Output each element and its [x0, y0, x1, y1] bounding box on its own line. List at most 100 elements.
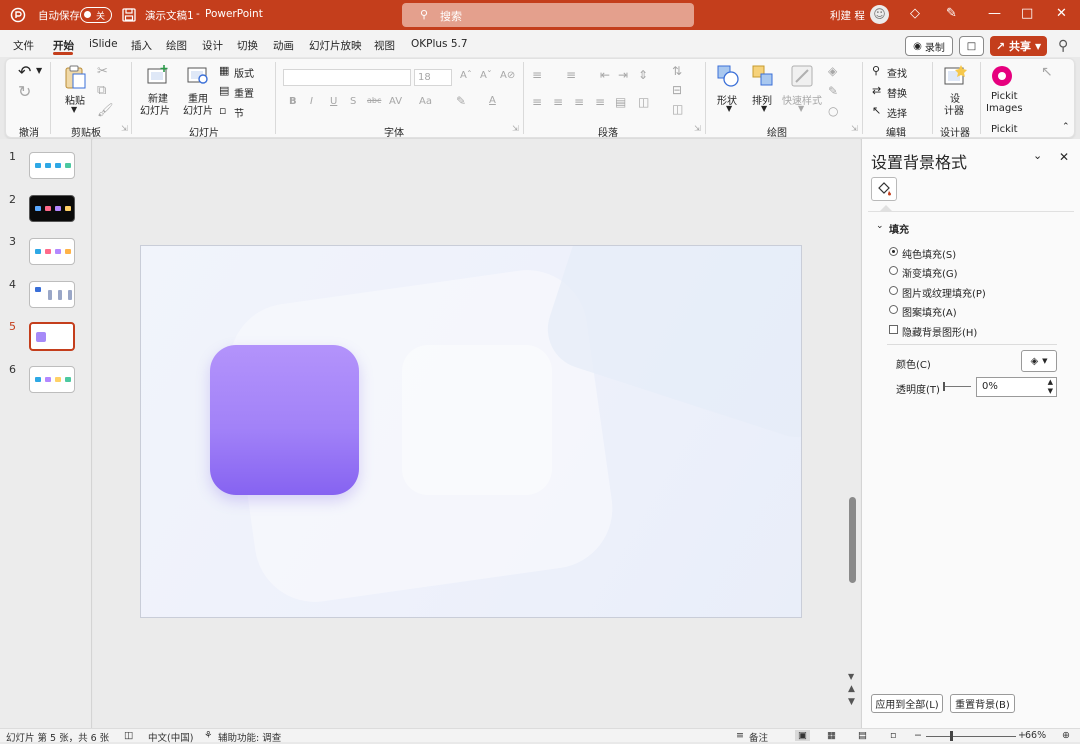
- bold-button[interactable]: B: [289, 96, 297, 107]
- zoom-level[interactable]: 66%: [1025, 730, 1046, 741]
- previous-slide-icon[interactable]: ▲: [848, 684, 855, 694]
- slide-thumbnail-1[interactable]: [29, 152, 75, 179]
- diamond-icon[interactable]: ◇: [910, 6, 920, 21]
- distributed-icon[interactable]: ▤: [615, 95, 626, 109]
- find-icon[interactable]: ⚲: [872, 64, 880, 77]
- fill-section-label[interactable]: 填充: [889, 221, 909, 236]
- reuse-slides-label-2[interactable]: 幻灯片: [183, 102, 213, 117]
- person-icon[interactable]: ⚲: [1058, 38, 1068, 54]
- slideshow-icon[interactable]: ▫: [890, 730, 896, 741]
- arrange-icon[interactable]: [751, 64, 775, 88]
- redo-icon[interactable]: ↻: [18, 82, 31, 101]
- smartart-icon[interactable]: ◫: [672, 102, 683, 116]
- zoom-slider[interactable]: [926, 736, 1016, 737]
- section-icon[interactable]: ▫: [219, 104, 226, 117]
- solid-fill-radio[interactable]: [889, 247, 898, 256]
- picture-fill-radio[interactable]: [889, 286, 898, 295]
- translucent-rounded-square[interactable]: [402, 345, 552, 495]
- drawing-launcher-icon[interactable]: ⇲: [851, 124, 858, 133]
- copy-icon[interactable]: ⧉: [97, 83, 106, 98]
- highlight-icon[interactable]: ✎: [456, 94, 466, 108]
- shape-fill-icon[interactable]: ◈: [828, 64, 837, 78]
- slide-thumbnail-4[interactable]: [29, 281, 75, 308]
- fill-bucket-icon[interactable]: [871, 177, 897, 201]
- reuse-slides-icon[interactable]: [186, 64, 210, 86]
- shapes-icon[interactable]: [716, 64, 740, 88]
- close-icon[interactable]: ✕: [1056, 6, 1067, 21]
- reading-view-icon[interactable]: ▤: [858, 730, 867, 741]
- search-box[interactable]: ⚲ 搜索: [402, 3, 694, 27]
- comments-button[interactable]: □: [959, 36, 984, 56]
- paste-dropdown-icon[interactable]: ▼: [71, 105, 77, 114]
- color-picker-button[interactable]: ◈ ▼: [1021, 350, 1057, 372]
- normal-view-icon[interactable]: ▣: [795, 730, 810, 741]
- pane-options-chevron-icon[interactable]: ⌄: [1033, 149, 1042, 162]
- reset-icon[interactable]: ▤: [219, 84, 229, 97]
- font-name-box[interactable]: [283, 69, 411, 86]
- menu-okplus[interactable]: OKPlus 5.7: [411, 38, 468, 50]
- apply-to-all-button[interactable]: 应用到全部(L): [871, 694, 943, 713]
- transparency-input[interactable]: 0% ▲ ▼: [976, 377, 1057, 397]
- clear-format-icon[interactable]: A⊘: [500, 70, 515, 81]
- select-label[interactable]: 选择: [887, 105, 907, 120]
- bullets-icon[interactable]: ≡: [532, 68, 542, 82]
- transparency-slider-thumb[interactable]: [943, 382, 945, 391]
- spell-check-icon[interactable]: ◫: [124, 730, 133, 741]
- share-button[interactable]: ↗ 共享 ▼: [990, 36, 1047, 56]
- columns-icon[interactable]: ◫: [638, 95, 649, 109]
- notes-icon[interactable]: ≡: [736, 730, 744, 741]
- zoom-out-icon[interactable]: −: [914, 730, 922, 741]
- slide-thumbnail-6[interactable]: [29, 366, 75, 393]
- menu-design[interactable]: 设计: [202, 38, 223, 53]
- cut-icon[interactable]: ✂: [97, 64, 108, 79]
- paragraph-launcher-icon[interactable]: ⇲: [694, 124, 701, 133]
- purple-rounded-square[interactable]: [210, 345, 359, 495]
- menu-view[interactable]: 视图: [374, 38, 395, 53]
- designer-label-2[interactable]: 计器: [944, 102, 964, 117]
- shape-outline-icon[interactable]: ✎: [828, 84, 838, 98]
- quick-styles-dropdown-icon[interactable]: ▼: [798, 104, 804, 113]
- undo-icon[interactable]: ↶: [18, 62, 31, 81]
- align-text-icon[interactable]: ⊟: [672, 83, 682, 97]
- menu-slideshow[interactable]: 幻灯片放映: [309, 38, 362, 53]
- vertical-scrollbar-thumb[interactable]: [849, 497, 856, 583]
- new-slide-label-2[interactable]: 幻灯片: [140, 102, 170, 117]
- undo-dropdown-icon[interactable]: ▼: [36, 66, 42, 75]
- font-color-icon[interactable]: A: [489, 95, 496, 106]
- decrease-indent-icon[interactable]: ⇤: [600, 68, 610, 82]
- align-right-icon[interactable]: ≡: [574, 95, 584, 109]
- replace-label[interactable]: 替换: [887, 85, 907, 100]
- align-center-icon[interactable]: ≡: [553, 95, 563, 109]
- reset-background-button[interactable]: 重置背景(B): [950, 694, 1015, 713]
- pen-icon[interactable]: ✎: [946, 6, 957, 21]
- text-direction-icon[interactable]: ⇅: [672, 64, 682, 78]
- replace-icon[interactable]: ⇄: [872, 84, 881, 97]
- pattern-fill-radio[interactable]: [889, 305, 898, 314]
- pickit-logo-icon[interactable]: [990, 64, 1014, 88]
- maximize-icon[interactable]: □: [1021, 6, 1033, 21]
- transparency-slider[interactable]: [943, 386, 971, 387]
- pattern-fill-label[interactable]: 图案填充(A): [902, 304, 957, 319]
- pane-close-icon[interactable]: ✕: [1059, 150, 1069, 164]
- menu-draw[interactable]: 绘图: [166, 38, 187, 53]
- font-size-box[interactable]: 18: [414, 69, 452, 86]
- zoom-slider-thumb[interactable]: [950, 731, 953, 741]
- record-button[interactable]: ◉ 录制: [905, 36, 953, 56]
- fill-section-chevron-icon[interactable]: ⌄: [876, 221, 884, 231]
- collapse-ribbon-icon[interactable]: ⌃: [1062, 122, 1070, 132]
- italic-button[interactable]: I: [310, 96, 313, 107]
- hide-background-label[interactable]: 隐藏背景图形(H): [902, 324, 977, 339]
- autosave-toggle[interactable]: 关: [80, 7, 112, 23]
- select-icon[interactable]: ↖: [872, 104, 881, 117]
- numbering-icon[interactable]: ≡: [566, 68, 576, 82]
- menu-home[interactable]: 开始: [53, 38, 74, 53]
- picture-fill-label[interactable]: 图片或纹理填充(P): [902, 285, 986, 300]
- font-launcher-icon[interactable]: ⇲: [512, 124, 519, 133]
- format-painter-icon[interactable]: 🖌: [97, 103, 114, 118]
- increase-font-icon[interactable]: Aˆ: [460, 70, 472, 81]
- change-case-button[interactable]: Aa: [419, 96, 432, 107]
- next-slide-icon[interactable]: ▼: [848, 697, 855, 707]
- underline-button[interactable]: U: [330, 96, 337, 107]
- shape-effects-icon[interactable]: ○: [828, 104, 838, 118]
- pickit-label-1[interactable]: Pickit: [991, 91, 1018, 102]
